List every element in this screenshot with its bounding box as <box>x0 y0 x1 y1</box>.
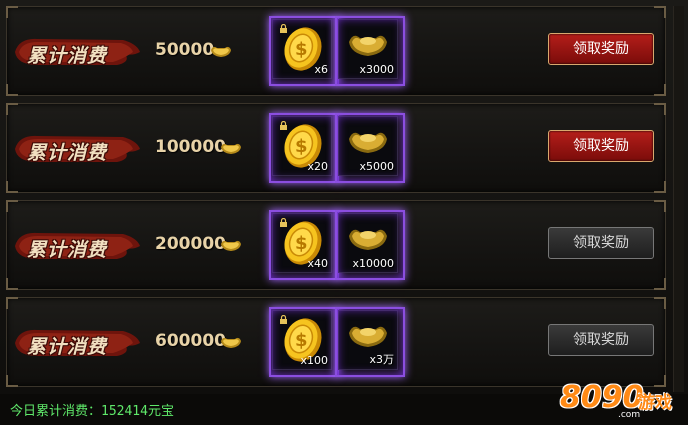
frame-corner <box>6 84 18 96</box>
lock-icon <box>280 315 287 324</box>
banner-label: 累计消费 <box>27 336 108 358</box>
ingot-currency-icon <box>220 334 242 350</box>
reward-quantity: x3万 <box>369 353 394 366</box>
lock-icon <box>280 121 287 130</box>
reward-quantity: x3000 <box>359 63 394 76</box>
banner-label: 累计消费 <box>27 142 108 164</box>
banner-label: 累计消费 <box>27 239 108 261</box>
frame-corner <box>654 297 666 309</box>
claim-reward-button[interactable]: 领取奖励 <box>548 33 654 65</box>
lock-icon <box>280 218 287 227</box>
reward-row: 累计消费 100000 $ x20 x5000 领取奖励 <box>6 103 666 193</box>
svg-text:$: $ <box>295 330 308 351</box>
reward-slot[interactable]: x5000 <box>335 113 405 183</box>
scrollbar[interactable] <box>673 6 684 392</box>
lock-icon <box>280 24 287 33</box>
frame-corner <box>654 181 666 193</box>
spend-threshold: 600000 <box>155 331 226 351</box>
reward-slot[interactable]: $ x100 <box>269 307 339 377</box>
claim-reward-button[interactable]: 领取奖励 <box>548 227 654 259</box>
frame-corner <box>6 297 18 309</box>
reward-slot[interactable]: x3000 <box>335 16 405 86</box>
frame-corner <box>6 6 18 18</box>
reward-slot[interactable]: x3万 <box>335 307 405 377</box>
reward-quantity: x10000 <box>352 257 394 270</box>
frame-corner <box>6 103 18 115</box>
frame-corner <box>654 84 666 96</box>
reward-quantity: x40 <box>307 257 328 270</box>
reward-quantity: x100 <box>300 354 328 367</box>
cumulative-spend-banner: 累计消费 <box>13 325 141 361</box>
claim-reward-button[interactable]: 领取奖励 <box>548 130 654 162</box>
ingot-currency-icon <box>220 237 242 253</box>
reward-quantity: x6 <box>314 63 328 76</box>
banner-label: 累计消费 <box>27 45 108 67</box>
frame-corner <box>654 6 666 18</box>
claim-reward-button[interactable]: 领取奖励 <box>548 324 654 356</box>
frame-corner <box>6 375 18 387</box>
reward-quantity: x20 <box>307 160 328 173</box>
reward-slot[interactable]: $ x20 <box>269 113 339 183</box>
frame-corner <box>654 103 666 115</box>
ingot-currency-icon <box>220 140 242 156</box>
svg-text:$: $ <box>295 136 308 157</box>
site-logo: 8090 游戏 .com <box>560 372 686 424</box>
logo-text: 游戏 <box>638 393 672 413</box>
spend-threshold: 100000 <box>155 137 226 157</box>
reward-quantity: x5000 <box>359 160 394 173</box>
spend-threshold: 50000 <box>155 40 215 60</box>
frame-corner <box>654 278 666 290</box>
spend-threshold: 200000 <box>155 234 226 254</box>
cumulative-spend-banner: 累计消费 <box>13 131 141 167</box>
ingot-currency-icon <box>210 43 232 59</box>
total-spend-text: 今日累计消费：152414元宝 <box>10 404 174 419</box>
reward-slot[interactable]: x10000 <box>335 210 405 280</box>
cumulative-spend-banner: 累计消费 <box>13 228 141 264</box>
svg-text:$: $ <box>295 39 308 60</box>
reward-slot[interactable]: $ x6 <box>269 16 339 86</box>
reward-row: 累计消费 200000 $ x40 x10000 领取奖励 <box>6 200 666 290</box>
cumulative-spend-banner: 累计消费 <box>13 34 141 70</box>
frame-corner <box>6 200 18 212</box>
frame-corner <box>6 278 18 290</box>
frame-corner <box>654 200 666 212</box>
svg-text:$: $ <box>295 233 308 254</box>
logo-domain: .com <box>618 410 641 420</box>
reward-row: 累计消费 50000 $ x6 x3000 领取奖励 <box>6 6 666 96</box>
frame-corner <box>6 181 18 193</box>
reward-slot[interactable]: $ x40 <box>269 210 339 280</box>
